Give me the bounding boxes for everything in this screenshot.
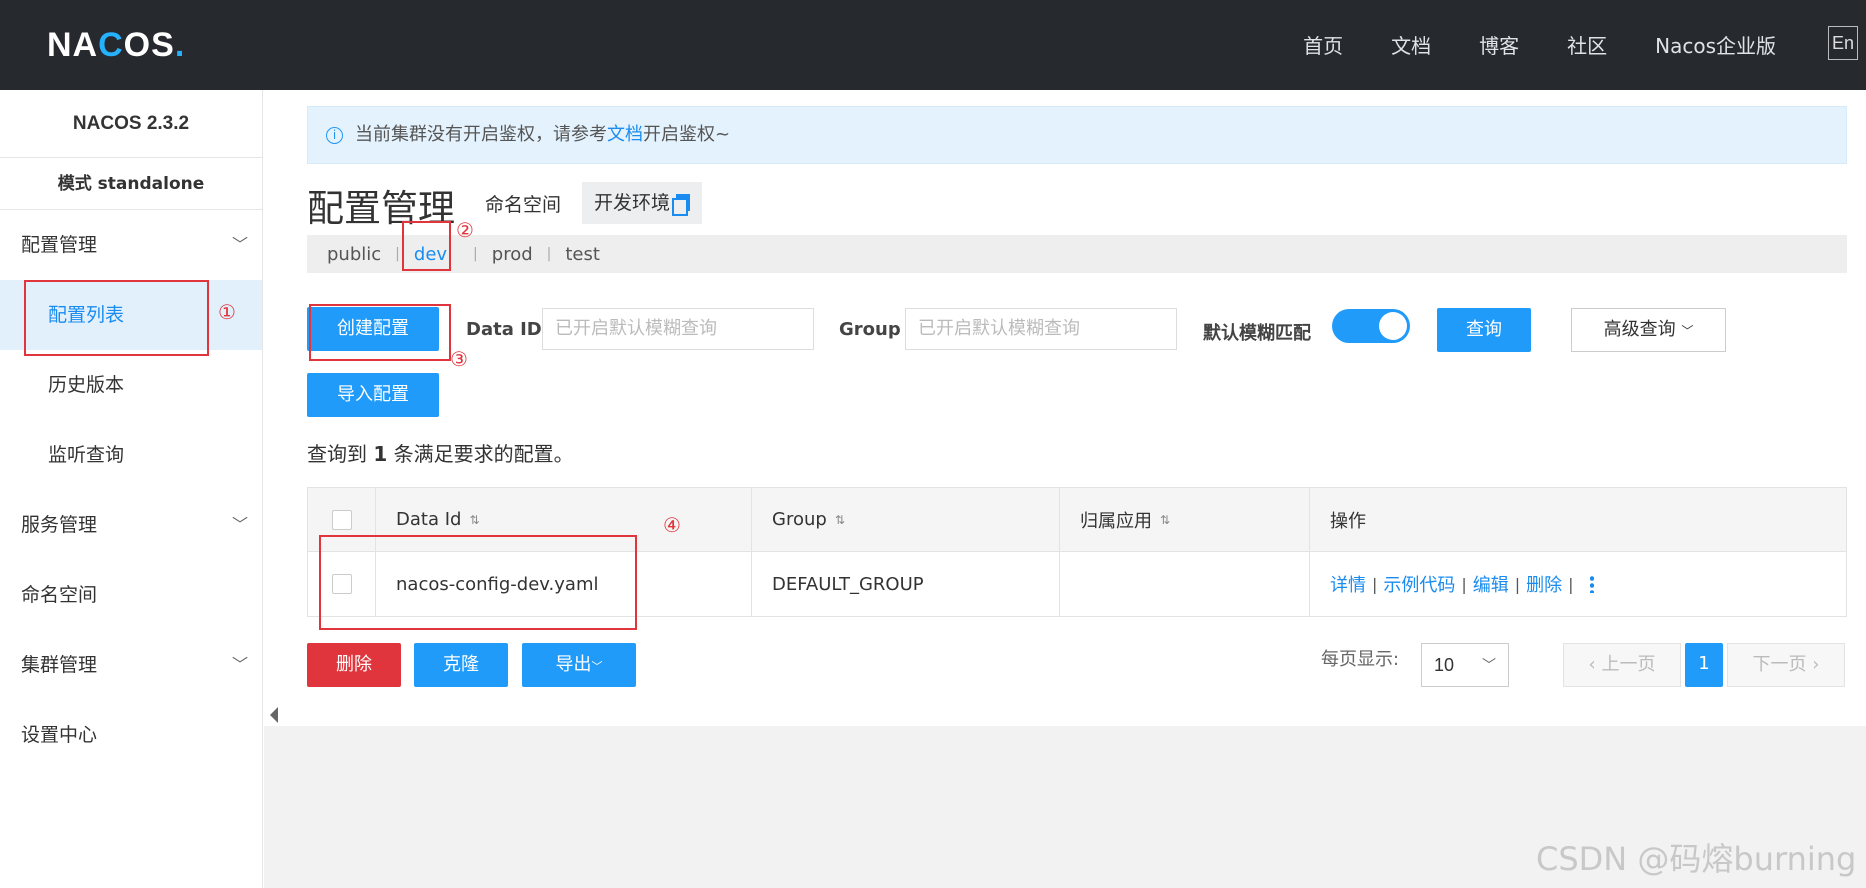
import-config-button[interactable]: 导入配置 <box>307 373 439 417</box>
nav-docs[interactable]: 文档 <box>1391 30 1431 59</box>
advanced-query-button[interactable]: 高级查询 ﹀ <box>1571 308 1726 352</box>
tab-public[interactable]: public <box>327 244 381 265</box>
chevron-down-icon: ﹀ <box>591 660 603 673</box>
data-id-input[interactable]: 已开启默认模糊查询 <box>542 308 814 350</box>
sidebar-item-listener[interactable]: 监听查询 <box>0 420 262 490</box>
tab-test[interactable]: test <box>565 244 600 265</box>
annotation-number-3: ③ <box>450 347 468 371</box>
annotation-number-4: ④ <box>663 513 681 537</box>
copy-icon[interactable] <box>672 194 691 216</box>
column-group[interactable]: Group ⇅ <box>752 488 1060 551</box>
config-panel: i 当前集群没有开启鉴权，请参考文档开启鉴权~ 配置管理 命名空间 开发环境 pu… <box>264 90 1866 726</box>
data-id-label: Data ID <box>466 319 542 340</box>
page-number-1[interactable]: 1 <box>1685 643 1723 687</box>
fuzzy-match-toggle[interactable] <box>1332 309 1410 343</box>
sidebar-item-history[interactable]: 历史版本 <box>0 350 262 420</box>
main-area: i 当前集群没有开启鉴权，请参考文档开启鉴权~ 配置管理 命名空间 开发环境 pu… <box>264 90 1866 888</box>
chevron-down-icon: ﹀ <box>231 655 248 674</box>
sort-icon[interactable]: ⇅ <box>469 513 479 527</box>
docs-link[interactable]: 文档 <box>607 124 643 145</box>
namespace-label: 命名空间 <box>485 194 562 216</box>
version-label: NACOS 2.3.2 <box>0 90 262 158</box>
top-nav-links: 首页 文档 博客 社区 Nacos企业版 <box>1255 30 1776 59</box>
annotation-number-2: ② <box>456 218 474 242</box>
annotation-box-1 <box>24 280 209 356</box>
chevron-left-icon: ‹ <box>1588 654 1602 675</box>
sidebar-collapse-icon[interactable] <box>270 707 278 723</box>
sample-code-link[interactable]: 示例代码 <box>1383 571 1455 597</box>
watermark: CSDN @码熔burning <box>1536 840 1857 878</box>
query-button[interactable]: 查询 <box>1437 308 1531 352</box>
chevron-down-icon: ﹀ <box>1681 324 1694 338</box>
namespace-badge: 开发环境 <box>582 182 703 224</box>
page-size-select[interactable]: 10 ﹀ <box>1421 643 1509 687</box>
language-switch[interactable]: En <box>1828 26 1858 60</box>
tab-prod[interactable]: prod <box>492 244 533 265</box>
annotation-box-3 <box>309 304 451 361</box>
column-app[interactable]: 归属应用 ⇅ <box>1060 488 1310 551</box>
chevron-down-icon: ﹀ <box>231 515 248 534</box>
cell-group: DEFAULT_GROUP <box>752 552 1060 616</box>
detail-link[interactable]: 详情 <box>1330 571 1366 597</box>
prev-page-button[interactable]: ‹ 上一页 <box>1563 643 1681 687</box>
auth-notice: i 当前集群没有开启鉴权，请参考文档开启鉴权~ <box>307 106 1847 164</box>
nav-community[interactable]: 社区 <box>1567 30 1607 59</box>
nav-blog[interactable]: 博客 <box>1479 30 1519 59</box>
sort-icon[interactable]: ⇅ <box>835 513 845 527</box>
result-summary: 查询到 1 条满足要求的配置。 <box>307 442 574 466</box>
sidebar-group-cluster[interactable]: 集群管理 ﹀ <box>0 630 262 700</box>
cell-actions: 详情 | 示例代码 | 编辑 | 删除 | <box>1310 552 1846 616</box>
group-input[interactable]: 已开启默认模糊查询 <box>905 308 1177 350</box>
chevron-down-icon: ﹀ <box>231 235 248 254</box>
sidebar-group-service[interactable]: 服务管理 ﹀ <box>0 490 262 560</box>
export-button[interactable]: 导出﹀ <box>522 643 636 687</box>
info-icon: i <box>326 126 343 144</box>
top-navbar: NACOS. 首页 文档 博客 社区 Nacos企业版 En <box>0 0 1866 90</box>
fuzzy-match-label: 默认模糊匹配 <box>1203 323 1311 344</box>
sort-icon[interactable]: ⇅ <box>1160 513 1170 527</box>
annotation-number-1: ① <box>218 300 236 324</box>
sidebar-group-config[interactable]: 配置管理 ﹀ <box>0 210 262 280</box>
batch-delete-button[interactable]: 删除 <box>307 643 401 687</box>
group-label: Group <box>839 319 901 340</box>
sidebar-item-namespace[interactable]: 命名空间 <box>0 560 262 630</box>
more-icon[interactable] <box>1589 575 1594 593</box>
nacos-logo[interactable]: NACOS. <box>47 26 185 65</box>
annotation-box-2 <box>402 221 451 271</box>
select-all-checkbox[interactable] <box>331 509 352 530</box>
nav-home[interactable]: 首页 <box>1303 30 1343 59</box>
column-actions: 操作 <box>1330 510 1366 532</box>
chevron-down-icon: ﹀ <box>1482 657 1496 673</box>
delete-link[interactable]: 删除 <box>1526 571 1562 597</box>
toggle-knob <box>1379 312 1407 340</box>
cell-app <box>1060 552 1310 616</box>
sidebar: NACOS 2.3.2 模式 standalone 配置管理 ﹀ 配置列表 历史版… <box>0 90 263 888</box>
annotation-box-4 <box>319 535 637 630</box>
chevron-right-icon: › <box>1806 654 1820 675</box>
sidebar-item-settings[interactable]: 设置中心 <box>0 700 262 770</box>
nav-enterprise[interactable]: Nacos企业版 <box>1655 30 1776 59</box>
namespace-tabs: public | dev | prod | test <box>307 235 1847 273</box>
clone-button[interactable]: 克隆 <box>414 643 508 687</box>
page-size-label: 每页显示: <box>1321 649 1400 670</box>
mode-label: 模式 standalone <box>0 158 262 210</box>
next-page-button[interactable]: 下一页 › <box>1727 643 1845 687</box>
edit-link[interactable]: 编辑 <box>1473 571 1509 597</box>
